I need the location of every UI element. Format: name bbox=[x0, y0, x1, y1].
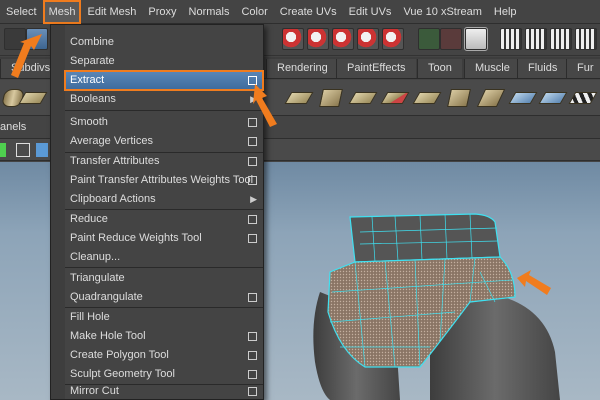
menu-item-paint-reduce-weights[interactable]: Paint Reduce Weights Tool bbox=[65, 229, 263, 248]
menu-item-mirror-cut[interactable]: Mirror Cut bbox=[65, 382, 263, 400]
menu-separator bbox=[65, 267, 263, 268]
sculpt-icon[interactable] bbox=[538, 85, 568, 111]
arrow-pointer-icon bbox=[253, 84, 277, 127]
poke-icon[interactable] bbox=[508, 85, 538, 111]
option-box-icon[interactable] bbox=[248, 370, 257, 379]
menu-item-combine[interactable]: Combine bbox=[65, 33, 263, 52]
menu-item-separate[interactable]: Separate bbox=[65, 52, 263, 71]
menu-vue-xstream[interactable]: Vue 10 xStream bbox=[397, 0, 487, 24]
menu-item-average-vertices[interactable]: Average Vertices bbox=[65, 132, 263, 151]
menu-help[interactable]: Help bbox=[488, 0, 523, 24]
menu-gutter bbox=[51, 25, 65, 399]
tab-fluids[interactable]: Fluids bbox=[517, 59, 568, 78]
menu-item-clipboard-actions[interactable]: Clipboard Actions ▶ bbox=[65, 190, 263, 209]
bevel-icon[interactable] bbox=[446, 85, 472, 111]
input-ops-icon[interactable] bbox=[418, 28, 440, 50]
option-box-icon[interactable] bbox=[248, 176, 257, 185]
menu-edit-mesh[interactable]: Edit Mesh bbox=[81, 0, 142, 24]
menu-item-make-hole-tool[interactable]: Make Hole Tool bbox=[65, 327, 263, 346]
arrow-pointer-icon bbox=[517, 270, 551, 295]
snap-to-curve-icon[interactable] bbox=[307, 28, 329, 50]
menu-item-triangulate[interactable]: Triangulate bbox=[65, 269, 263, 288]
poly-cube-icon[interactable] bbox=[318, 85, 344, 111]
snap-to-view-icon[interactable] bbox=[357, 28, 379, 50]
menu-item-fill-hole[interactable]: Fill Hole bbox=[65, 308, 263, 327]
tab-rendering[interactable]: Rendering bbox=[266, 59, 338, 78]
menu-create-uvs[interactable]: Create UVs bbox=[274, 0, 343, 24]
maya-window: Select Mesh Edit Mesh Proxy Normals Colo… bbox=[0, 0, 600, 400]
main-menu-bar: Select Mesh Edit Mesh Proxy Normals Colo… bbox=[0, 0, 600, 24]
menu-item-booleans[interactable]: Booleans▶ bbox=[65, 90, 263, 109]
bridge-icon[interactable] bbox=[412, 85, 442, 111]
arrow-pointer-icon bbox=[11, 34, 42, 78]
render-view-icon[interactable] bbox=[500, 28, 522, 50]
ipr-render-icon[interactable] bbox=[550, 28, 572, 50]
menu-select[interactable]: Select bbox=[0, 0, 43, 24]
tab-toon[interactable]: Toon bbox=[417, 59, 462, 78]
mesh-dropdown-menu: Combine Separate Extract Booleans▶ Smoot… bbox=[50, 24, 264, 400]
tab-muscle[interactable]: Muscle bbox=[464, 59, 520, 78]
option-box-icon[interactable] bbox=[248, 215, 257, 224]
menu-normals[interactable]: Normals bbox=[183, 0, 236, 24]
menu-edit-uvs[interactable]: Edit UVs bbox=[343, 0, 398, 24]
option-box-icon[interactable] bbox=[248, 234, 257, 243]
menu-separator bbox=[65, 110, 263, 111]
render-settings-icon[interactable] bbox=[575, 28, 597, 50]
menu-item-smooth[interactable]: Smooth bbox=[65, 113, 263, 132]
extrude-icon[interactable] bbox=[284, 85, 314, 111]
option-box-icon[interactable] bbox=[248, 351, 257, 360]
tab-painteffects[interactable]: PaintEffects bbox=[336, 59, 416, 78]
menu-item-create-polygon-tool[interactable]: Create Polygon Tool bbox=[65, 346, 263, 365]
option-box-icon[interactable] bbox=[248, 157, 257, 166]
merge-icon[interactable] bbox=[380, 85, 410, 111]
construction-history-icon[interactable] bbox=[464, 27, 488, 51]
submenu-arrow-icon: ▶ bbox=[250, 194, 257, 204]
option-box-icon[interactable] bbox=[248, 387, 257, 396]
menu-item-quadrangulate[interactable]: Quadrangulate bbox=[65, 288, 263, 307]
option-box-icon[interactable] bbox=[248, 332, 257, 341]
wedge-icon[interactable] bbox=[476, 85, 506, 111]
menu-item-extract[interactable]: Extract bbox=[64, 70, 264, 91]
menu-proxy[interactable]: Proxy bbox=[142, 0, 182, 24]
option-box-icon[interactable] bbox=[248, 137, 257, 146]
render-current-icon[interactable] bbox=[525, 28, 547, 50]
snap-to-grid-icon[interactable] bbox=[282, 28, 304, 50]
output-ops-icon[interactable] bbox=[440, 28, 462, 50]
menu-color[interactable]: Color bbox=[235, 0, 273, 24]
smooth-shade-icon[interactable] bbox=[36, 143, 48, 157]
menu-mesh[interactable]: Mesh bbox=[42, 0, 82, 24]
snap-to-point-icon[interactable] bbox=[332, 28, 354, 50]
menu-item-paint-transfer-weights[interactable]: Paint Transfer Attributes Weights Tool bbox=[65, 171, 263, 190]
make-live-icon[interactable] bbox=[382, 28, 404, 50]
split-poly-icon[interactable] bbox=[348, 85, 378, 111]
wireframe-icon[interactable] bbox=[16, 143, 30, 157]
camera-attributes-icon[interactable] bbox=[0, 143, 6, 157]
tab-fur[interactable]: Fur bbox=[566, 59, 600, 78]
menu-item-reduce[interactable]: Reduce bbox=[65, 210, 263, 229]
panels-menu[interactable]: anels bbox=[0, 121, 26, 133]
menu-item-transfer-attributes[interactable]: Transfer Attributes bbox=[65, 152, 263, 171]
option-box-icon[interactable] bbox=[248, 293, 257, 302]
paint-weights-icon[interactable] bbox=[568, 85, 598, 111]
menu-item-cleanup[interactable]: Cleanup... bbox=[65, 248, 263, 267]
poly-plane-icon[interactable] bbox=[18, 85, 48, 111]
